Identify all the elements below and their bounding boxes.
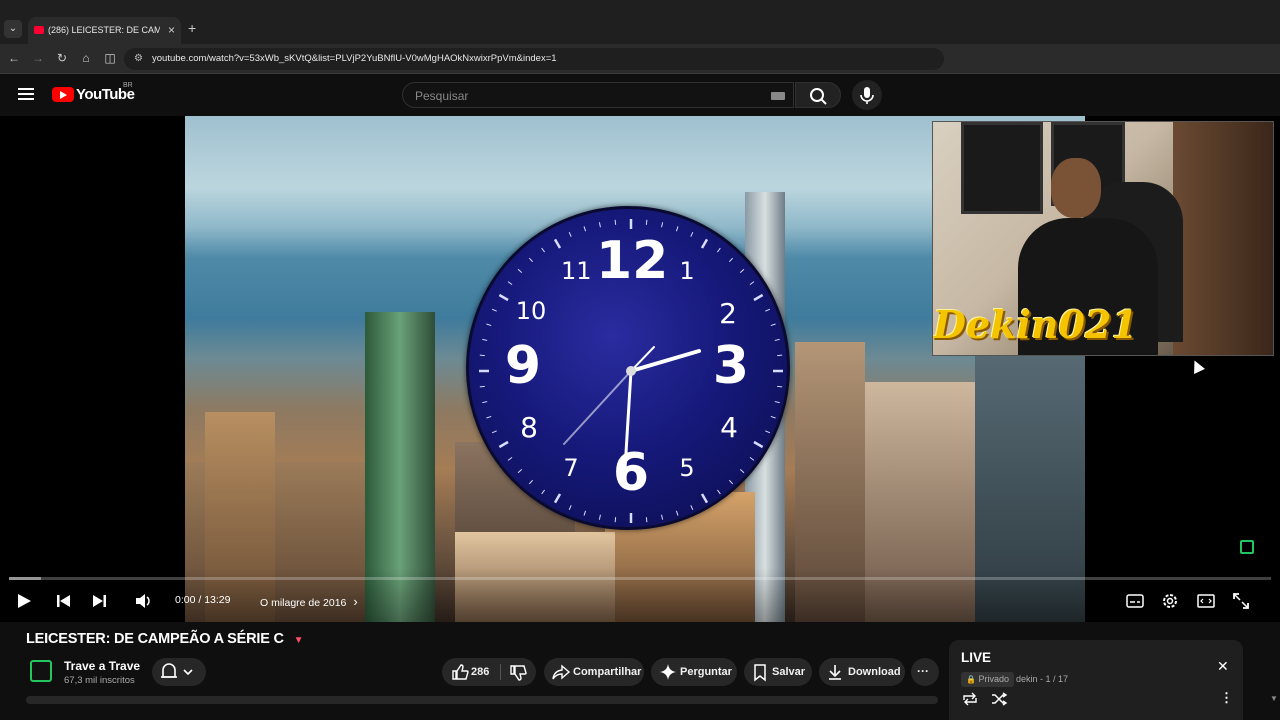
browser-toolbar: ← → ↻ ⌂ ◫ ⚙ youtube.com/watch?v=53xWb_sK… — [0, 44, 1280, 74]
split-view-button[interactable]: ◫ — [102, 51, 118, 65]
youtube-header: YouTube BR Pesquisar — [0, 74, 1280, 116]
person-head — [1051, 158, 1101, 218]
description-box[interactable] — [26, 696, 938, 704]
subtitles-icon[interactable] — [1125, 591, 1145, 611]
tab-title: (286) LEICESTER: DE CAMPEÃO — [48, 25, 160, 35]
clock-center — [626, 366, 636, 376]
chapter-button[interactable]: O milagre de 2016 › — [260, 594, 358, 609]
notification-bell-button[interactable] — [152, 658, 206, 686]
search-icon — [810, 88, 827, 105]
video-player[interactable]: 12 1 2 3 4 5 6 7 8 9 10 11 Dekin021 0:00… — [0, 116, 1280, 622]
next-icon[interactable] — [89, 591, 109, 611]
fullscreen-icon[interactable] — [1231, 591, 1251, 611]
divider — [500, 664, 501, 680]
keyboard-icon[interactable] — [771, 92, 785, 100]
tab-close-button[interactable]: × — [168, 23, 175, 37]
previous-icon[interactable] — [54, 591, 74, 611]
play-icon[interactable] — [14, 591, 34, 611]
more-actions-button[interactable]: ··· — [911, 658, 939, 686]
volume-icon[interactable] — [133, 591, 153, 611]
sparkle-icon — [660, 664, 676, 680]
wooden-door — [1173, 122, 1273, 355]
channel-avatar[interactable] — [30, 660, 52, 682]
share-icon — [552, 664, 571, 680]
browser-tab-bar: ⌄ (286) LEICESTER: DE CAMPEÃO × + — [0, 0, 1280, 44]
dropdown-triangle-icon[interactable]: ▼ — [294, 635, 304, 646]
wall-poster — [961, 122, 1043, 214]
time-display: 0:00 / 13:29 — [175, 594, 231, 606]
tab-list-button[interactable]: ⌄ — [4, 20, 22, 38]
voice-search-button[interactable] — [852, 80, 882, 110]
ask-button[interactable]: Perguntar — [651, 658, 737, 686]
youtube-favicon-icon — [34, 26, 44, 34]
streamer-name-overlay: Dekin021 — [933, 302, 1138, 347]
playlist-title[interactable]: LIVE — [961, 650, 991, 665]
theater-mode-icon[interactable] — [1196, 591, 1216, 611]
video-title: LEICESTER: DE CAMPEÃO A SÉRIE C ▼ — [26, 631, 304, 647]
scroll-down-icon[interactable]: ▼ — [1270, 694, 1278, 703]
address-bar[interactable]: ⚙ youtube.com/watch?v=53xWb_sKVtQ&list=P… — [124, 48, 944, 70]
country-code: BR — [123, 82, 133, 89]
search-button[interactable] — [795, 82, 841, 108]
save-button[interactable]: Salvar — [744, 658, 812, 686]
privacy-label: Privado — [978, 674, 1009, 684]
share-label: Compartilhar — [573, 666, 642, 678]
reload-button[interactable]: ↻ — [54, 51, 70, 65]
clock-hands — [563, 346, 701, 471]
download-icon — [829, 665, 841, 680]
mouse-cursor-icon — [1189, 358, 1205, 374]
like-button[interactable]: 286 — [442, 658, 536, 686]
chevron-right-icon: › — [353, 594, 358, 609]
like-count: 286 — [471, 666, 490, 678]
channel-name[interactable]: Trave a Trave — [64, 659, 140, 673]
url-text: youtube.com/watch?v=53xWb_sKVtQ&list=PLV… — [152, 53, 557, 64]
shuffle-icon[interactable] — [990, 692, 1008, 706]
thumbs-up-icon — [452, 664, 469, 680]
home-button[interactable]: ⌂ — [78, 51, 94, 65]
download-button[interactable]: Download — [819, 658, 905, 686]
thumbs-down-icon[interactable] — [508, 663, 528, 683]
playlist-owner-position: dekin - 1 / 17 — [1016, 674, 1069, 684]
save-label: Salvar — [772, 666, 806, 678]
chapter-title: O milagre de 2016 — [260, 597, 347, 609]
close-playlist-button[interactable]: ✕ — [1217, 658, 1229, 675]
progress-bar[interactable] — [9, 577, 1271, 580]
ask-label: Perguntar — [680, 666, 732, 678]
clock-face: 12 1 2 3 4 5 6 7 8 9 10 11 — [466, 206, 790, 530]
bell-icon — [161, 663, 193, 678]
forward-button[interactable]: → — [30, 51, 46, 65]
channel-watermark-icon[interactable] — [1240, 540, 1254, 554]
new-tab-button[interactable]: + — [188, 20, 196, 36]
webcam-overlay: Dekin021 — [932, 121, 1274, 356]
lock-icon: 🔒 — [966, 675, 976, 684]
playlist-more-button[interactable]: ⋮ — [1220, 690, 1233, 706]
settings-gear-icon[interactable] — [1160, 591, 1180, 611]
minute-hand — [623, 369, 633, 471]
video-title-text: LEICESTER: DE CAMPEÃO A SÉRIE C — [26, 631, 284, 647]
microphone-icon — [860, 87, 874, 104]
privacy-badge: 🔒 Privado — [961, 672, 1014, 687]
progress-buffered — [9, 577, 41, 580]
loop-icon[interactable] — [961, 692, 979, 706]
bookmark-icon — [754, 664, 766, 682]
share-button[interactable]: Compartilhar — [544, 658, 644, 686]
site-settings-icon[interactable]: ⚙ — [134, 53, 146, 65]
youtube-logo-icon[interactable] — [52, 87, 74, 102]
browser-tab[interactable]: (286) LEICESTER: DE CAMPEÃO × — [28, 17, 181, 44]
more-horizontal-icon: ··· — [917, 664, 929, 678]
download-label: Download — [848, 666, 901, 678]
back-button[interactable]: ← — [6, 51, 22, 65]
subscriber-count: 67,3 mil inscritos — [64, 675, 135, 686]
search-placeholder: Pesquisar — [415, 89, 469, 103]
second-hand — [563, 370, 632, 445]
chevron-down-icon — [183, 669, 193, 676]
playlist-panel: LIVE 🔒 Privado dekin - 1 / 17 ✕ ⋮ — [949, 640, 1243, 720]
menu-icon[interactable] — [18, 88, 34, 100]
search-input[interactable]: Pesquisar — [402, 82, 794, 108]
